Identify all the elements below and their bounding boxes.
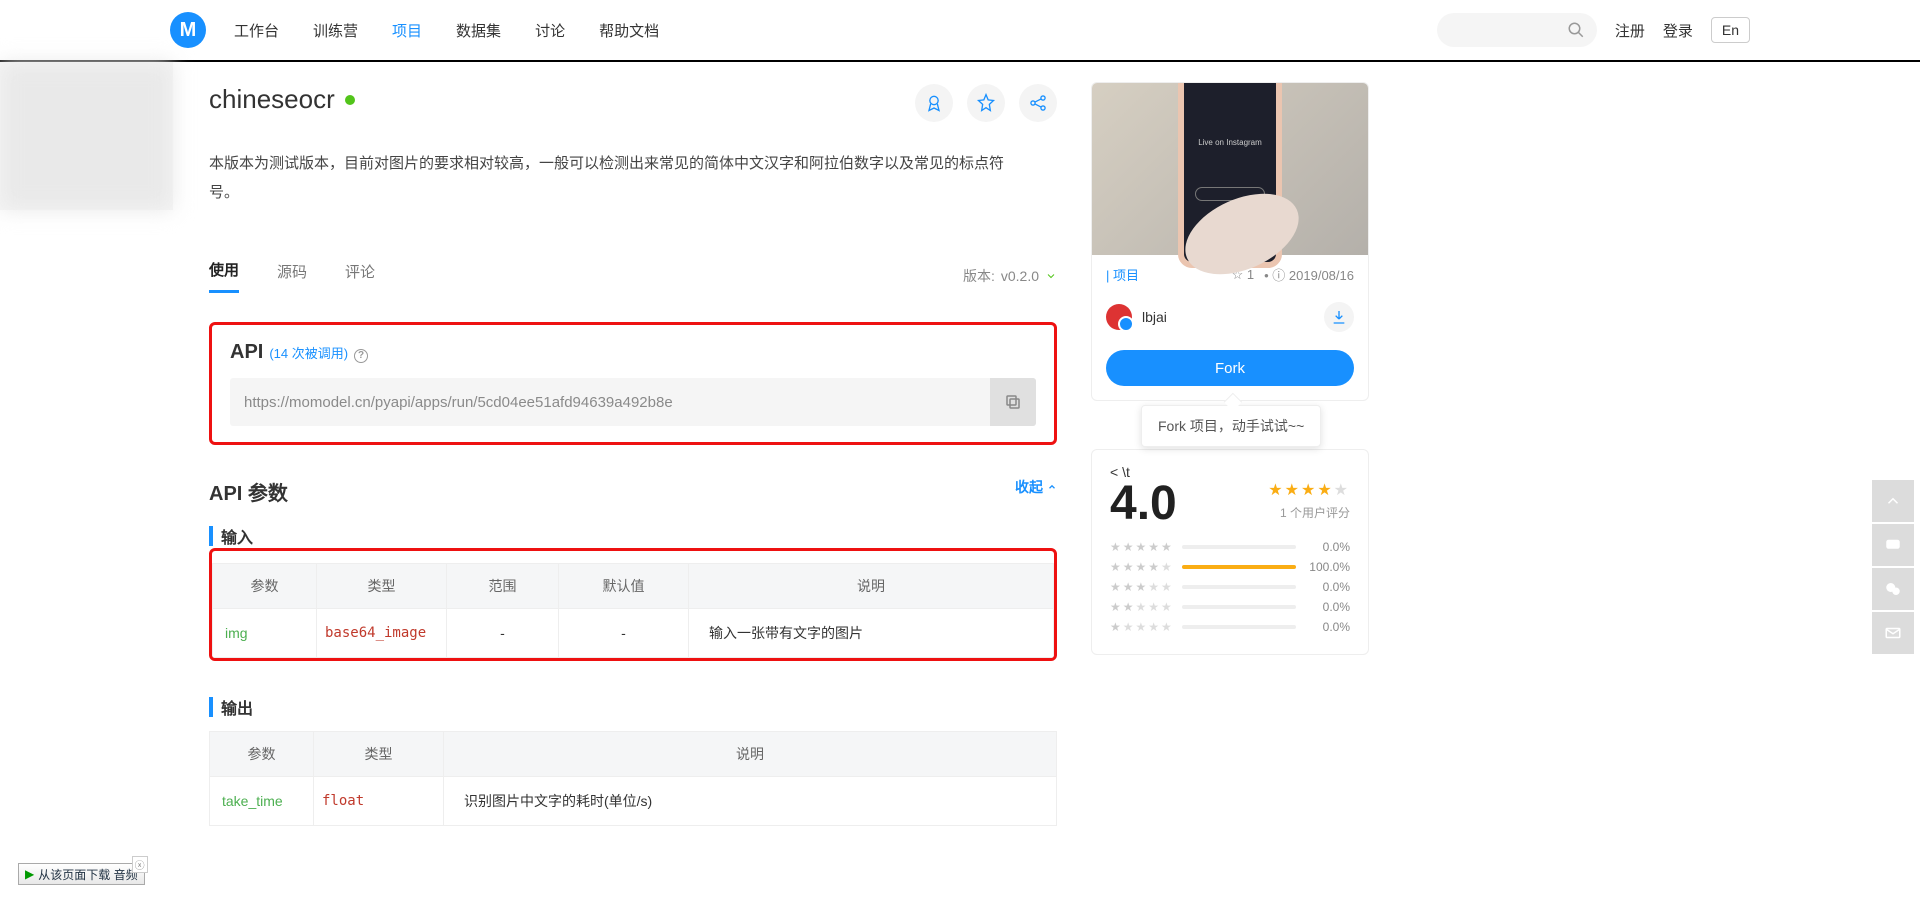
download-icon <box>1331 309 1347 325</box>
th-type: 类型 <box>317 564 447 609</box>
logo[interactable]: M <box>170 12 206 48</box>
version-value: v0.2.0 <box>1001 268 1039 284</box>
collapse-button[interactable]: 收起 <box>1015 477 1057 497</box>
nav-help[interactable]: 帮助文档 <box>599 20 659 41</box>
nav-items: 工作台 训练营 项目 数据集 讨论 帮助文档 <box>234 20 659 41</box>
table-row: take_time float 识别图片中文字的耗时(单位/s) <box>210 777 1057 826</box>
output-section-title: 输出 <box>209 695 1057 719</box>
th-param: 参数 <box>213 564 317 609</box>
project-card: Live on Instagram | 项目 ☆ 1 • ⓘ 2019/08/1… <box>1091 82 1369 401</box>
tabs: 使用 源码 评论 版本: v0.2.0 <box>209 259 1057 294</box>
output-table: 参数 类型 说明 take_time float 识别图片中文字的耗时(单位/s… <box>209 731 1057 826</box>
nav-project[interactable]: 项目 <box>392 20 422 41</box>
tab-use[interactable]: 使用 <box>209 259 239 293</box>
input-table: 参数 类型 范围 默认值 说明 img base64_image - - 输入一… <box>212 563 1054 658</box>
nav-dataset[interactable]: 数据集 <box>456 20 501 41</box>
project-tag: | 项目 <box>1106 265 1139 284</box>
rating-row: ★★★★★0.0% <box>1110 600 1350 614</box>
register-link[interactable]: 注册 <box>1615 20 1645 41</box>
project-title-text: chineseocr <box>209 84 335 115</box>
project-image: Live on Instagram <box>1092 83 1368 255</box>
api-section: API (14 次被调用) ? https://momodel.cn/pyapi… <box>209 322 1057 445</box>
nav-workbench[interactable]: 工作台 <box>234 20 279 41</box>
rating-row: ★★★★★100.0% <box>1110 560 1350 574</box>
avatar[interactable] <box>1106 304 1132 330</box>
rating-card: < \t 4.0 ★★★★★ 1 个用户评分 ★★★★★0.0%★★★★★100… <box>1091 449 1369 655</box>
th-default: 默认值 <box>559 564 689 609</box>
help-icon[interactable]: ? <box>354 349 368 363</box>
project-description: 本版本为测试版本，目前对图片的要求相对较高，一般可以检测出来常见的简体中文汉字和… <box>209 150 1029 207</box>
th-param: 参数 <box>210 732 314 777</box>
wechat-icon <box>1884 580 1902 598</box>
rating-users: 1 个用户评分 <box>1268 504 1350 521</box>
download-button[interactable] <box>1324 302 1354 332</box>
share-icon <box>1028 93 1048 113</box>
rating-score: 4.0 <box>1110 480 1177 528</box>
scroll-top-button[interactable] <box>1872 480 1914 522</box>
rating-row: ★★★★★0.0% <box>1110 540 1350 554</box>
copy-button[interactable] <box>990 378 1036 426</box>
search-icon <box>1567 21 1585 39</box>
th-desc: 说明 <box>689 564 1054 609</box>
th-desc: 说明 <box>444 732 1057 777</box>
author-name[interactable]: lbjai <box>1142 309 1167 325</box>
tab-comments[interactable]: 评论 <box>345 261 375 292</box>
nav-discuss[interactable]: 讨论 <box>535 20 565 41</box>
search-input[interactable] <box>1437 13 1597 47</box>
version-selector[interactable]: 版本: v0.2.0 <box>963 266 1057 286</box>
api-url: https://momodel.cn/pyapi/apps/run/5cd04e… <box>244 394 990 411</box>
float-buttons <box>1872 480 1914 654</box>
th-type: 类型 <box>314 732 444 777</box>
th-range: 范围 <box>447 564 559 609</box>
api-call-count: (14 次被调用) <box>269 343 348 362</box>
rating-row: ★★★★★0.0% <box>1110 580 1350 594</box>
table-row: img base64_image - - 输入一张带有文字的图片 <box>213 609 1054 658</box>
chat-button[interactable] <box>1872 524 1914 566</box>
badge-icon <box>924 93 944 113</box>
badge-button[interactable] <box>915 84 953 122</box>
star-icon <box>976 93 996 113</box>
download-bar[interactable]: ▶ 从该页面下载 音频 ⓧ <box>18 863 145 885</box>
share-button[interactable] <box>1019 84 1057 122</box>
version-label: 版本: <box>963 266 995 286</box>
copy-icon <box>1004 393 1022 411</box>
fork-tooltip: Fork 项目，动手试试~~ <box>1141 405 1321 447</box>
input-section-title: 输入 <box>209 524 1057 548</box>
status-dot-icon <box>345 95 355 105</box>
wechat-button[interactable] <box>1872 568 1914 610</box>
date-text: • ⓘ 2019/08/16 <box>1264 265 1354 284</box>
mail-button[interactable] <box>1872 612 1914 654</box>
play-icon: ▶ <box>25 867 34 881</box>
rating-stars: ★★★★★ <box>1268 480 1350 500</box>
chevron-up-icon <box>1047 482 1057 492</box>
lang-button[interactable]: En <box>1711 17 1750 43</box>
api-params-title: API 参数 收起 <box>209 477 1057 506</box>
tab-source[interactable]: 源码 <box>277 261 307 292</box>
star-button[interactable] <box>967 84 1005 122</box>
login-link[interactable]: 登录 <box>1663 20 1693 41</box>
mail-icon <box>1884 624 1902 642</box>
nav-camp[interactable]: 训练营 <box>313 20 358 41</box>
rating-row: ★★★★★0.0% <box>1110 620 1350 634</box>
project-title: chineseocr <box>209 84 355 115</box>
api-title: API <box>230 341 263 364</box>
chevron-up-icon <box>1884 492 1902 510</box>
fork-button[interactable]: Fork <box>1106 350 1354 386</box>
close-icon[interactable]: ⓧ <box>132 856 148 873</box>
chevron-down-icon <box>1045 270 1057 282</box>
top-nav: M 工作台 训练营 项目 数据集 讨论 帮助文档 注册 登录 En <box>0 0 1920 62</box>
chat-icon <box>1884 536 1902 554</box>
